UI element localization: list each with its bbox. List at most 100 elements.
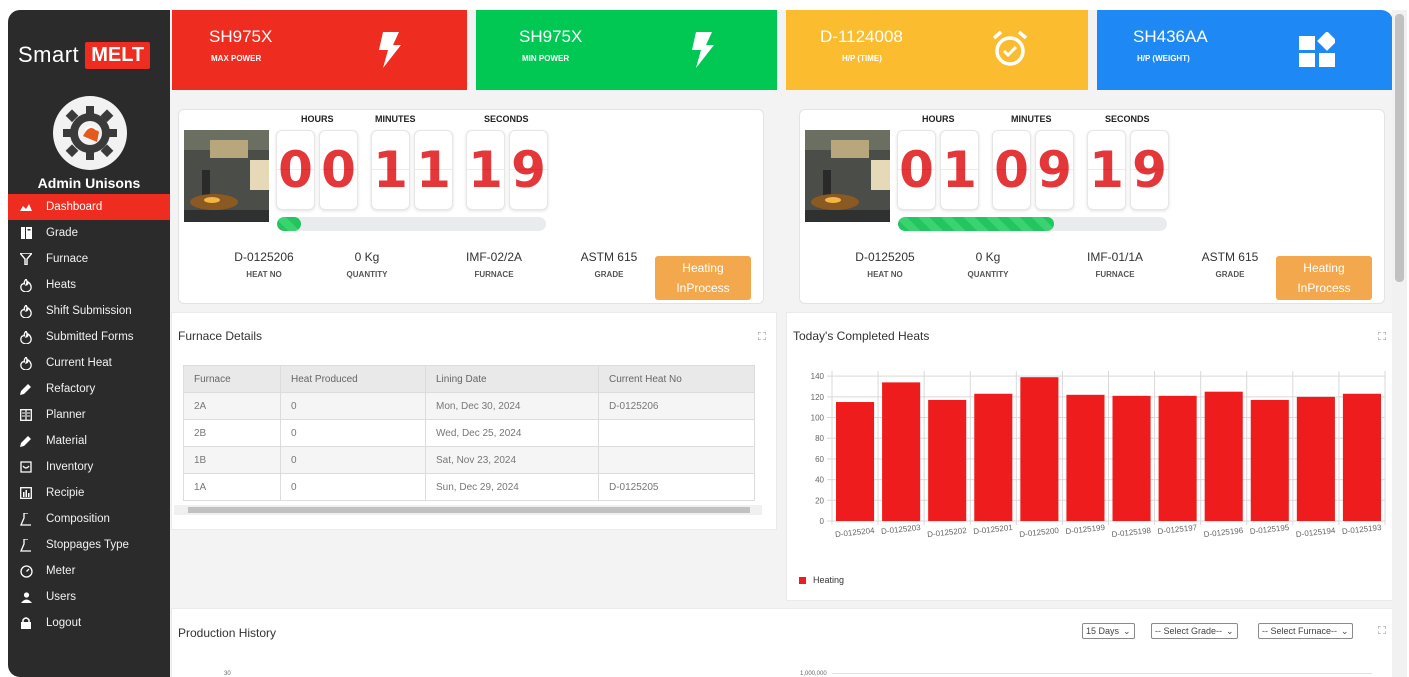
status-line-1: Heating <box>682 261 724 275</box>
card-subtitle: H/P (TIME) <box>842 54 882 63</box>
book-icon <box>19 408 33 422</box>
card-hp-time[interactable]: D-1124008 H/P (TIME) <box>786 10 1088 90</box>
page-scrollbar[interactable] <box>1392 10 1407 677</box>
heat-no-label: HEAT NO <box>867 270 903 279</box>
right-axis-tick: 1,000,000 <box>800 671 827 677</box>
sidebar-item-shift-submission[interactable]: Shift Submission <box>8 298 170 324</box>
progress-fill <box>898 217 1055 231</box>
sidebar-item-label: Material <box>46 435 87 447</box>
sidebar-item-label: Grade <box>46 227 78 239</box>
sidebar-item-refactory[interactable]: Refactory <box>8 376 170 402</box>
table-cell: 2B <box>183 419 281 447</box>
widgets-icon <box>1299 32 1335 67</box>
bar <box>1250 399 1289 521</box>
card-max-power[interactable]: SH975X MAX POWER <box>172 10 467 90</box>
card-hp-weight[interactable]: SH436AA H/P (WEIGHT) <box>1097 10 1393 90</box>
bar <box>1158 395 1197 521</box>
chart-legend[interactable]: Heating <box>799 575 844 585</box>
brand-logo[interactable]: Smart MELT <box>18 40 151 70</box>
sidebar-item-label: Inventory <box>46 461 94 473</box>
app-window: Smart MELT Admin Unisons Dashboard Grade… <box>8 10 1393 677</box>
quantity-label: QUANTITY <box>967 270 1009 279</box>
heat-progress-bar <box>898 217 1167 231</box>
sidebar-item-heats[interactable]: Heats <box>8 272 170 298</box>
furnace-select-value: -- Select Furnace-- <box>1262 626 1338 636</box>
timer-digit: 9 <box>509 130 548 210</box>
grade-value: ASTM 615 <box>1201 250 1259 264</box>
sidebar-item-current-heat[interactable]: Current Heat <box>8 350 170 376</box>
timer-digit: 1 <box>414 130 453 210</box>
status-button[interactable]: Heating InProcess <box>655 256 751 300</box>
avatar[interactable] <box>53 96 127 170</box>
sidebar-item-logout[interactable]: Logout <box>8 610 170 636</box>
flask-icon <box>19 538 33 552</box>
completed-heats-chart: 0 20 40 60 80 100 120 140 D-0125204 D-0125203 D-01… <box>811 371 1386 539</box>
pencil-icon <box>19 382 33 396</box>
sidebar-item-planner[interactable]: Planner <box>8 402 170 428</box>
table-cell <box>598 446 755 474</box>
days-select-value: 15 Days <box>1086 626 1120 636</box>
timer-digit: 1 <box>1087 130 1126 210</box>
scrollbar-thumb[interactable] <box>188 507 750 513</box>
column-header[interactable]: Heat Produced <box>280 365 426 393</box>
card-title: SH975X <box>209 27 273 46</box>
production-history-panel: Production History 15 Days ⌄ -- Select G… <box>171 608 1393 677</box>
sidebar-item-grade[interactable]: Grade <box>8 220 170 246</box>
furnace-table: Furnace Heat Produced Lining Date Curren… <box>183 365 755 501</box>
sidebar-item-inventory[interactable]: Inventory <box>8 454 170 480</box>
alarm-clock-icon <box>992 30 1028 66</box>
sidebar-item-label: Meter <box>46 565 76 577</box>
days-select[interactable]: 15 Days ⌄ <box>1082 623 1135 639</box>
sidebar-item-label: Furnace <box>46 253 89 265</box>
minutes-label: MINUTES <box>375 114 416 124</box>
x-tick-label: D-0125198 <box>1111 526 1152 539</box>
expand-icon[interactable] <box>1377 331 1387 341</box>
chart-icon <box>19 486 33 500</box>
card-subtitle: MIN POWER <box>522 54 570 63</box>
timer-digit: 9 <box>1035 130 1074 210</box>
sidebar-item-submitted-forms[interactable]: Submitted Forms <box>8 324 170 350</box>
card-title: D-1124008 <box>820 27 903 46</box>
sidebar-item-stoppages-type[interactable]: Stoppages Type <box>8 532 170 558</box>
x-tick-label: D-0125193 <box>1342 523 1383 536</box>
expand-icon[interactable] <box>757 331 767 341</box>
sidebar-item-meter[interactable]: Meter <box>8 558 170 584</box>
progress-fill <box>277 217 302 231</box>
card-min-power[interactable]: SH975X MIN POWER <box>476 10 777 90</box>
column-header[interactable]: Current Heat No <box>598 365 755 393</box>
horizontal-scrollbar[interactable] <box>174 505 762 515</box>
hours-label: HOURS <box>922 114 955 124</box>
heat-no-value: D-0125206 <box>234 250 294 264</box>
table-cell: Mon, Dec 30, 2024 <box>425 392 599 420</box>
sidebar-item-furnace[interactable]: Furnace <box>8 246 170 272</box>
table-cell: 1B <box>183 446 281 474</box>
table-cell: Sun, Dec 29, 2024 <box>425 473 599 501</box>
expand-icon[interactable] <box>1377 625 1387 635</box>
pencil-icon <box>19 434 33 448</box>
chevron-down-icon: ⌄ <box>1123 625 1131 636</box>
sidebar-item-users[interactable]: Users <box>8 584 170 610</box>
card-title: SH975X <box>519 27 583 46</box>
column-header[interactable]: Furnace <box>183 365 281 393</box>
sidebar-item-dashboard[interactable]: Dashboard <box>8 194 170 220</box>
y-tick-label: 80 <box>815 434 824 443</box>
bolt-icon <box>692 32 714 68</box>
sidebar-item-recipie[interactable]: Recipie <box>8 480 170 506</box>
sidebar-item-composition[interactable]: Composition <box>8 506 170 532</box>
bar <box>1296 396 1335 521</box>
sidebar-item-label: Planner <box>46 409 86 421</box>
table-cell: D-0125205 <box>598 473 755 501</box>
y-tick-label: 20 <box>815 496 824 505</box>
y-tick-label: 100 <box>811 414 825 423</box>
timer-digit: 1 <box>940 130 979 210</box>
sidebar-item-material[interactable]: Material <box>8 428 170 454</box>
y-tick-label: 120 <box>811 393 825 402</box>
status-button[interactable]: Heating InProcess <box>1276 256 1372 300</box>
table-cell: 0 <box>280 473 426 501</box>
y-tick-label: 60 <box>815 455 824 464</box>
grade-select[interactable]: -- Select Grade-- ⌄ <box>1151 623 1238 639</box>
fire-icon <box>19 278 33 292</box>
furnace-select[interactable]: -- Select Furnace-- ⌄ <box>1258 623 1353 639</box>
scrollbar-thumb[interactable] <box>1395 14 1404 282</box>
column-header[interactable]: Lining Date <box>425 365 599 393</box>
